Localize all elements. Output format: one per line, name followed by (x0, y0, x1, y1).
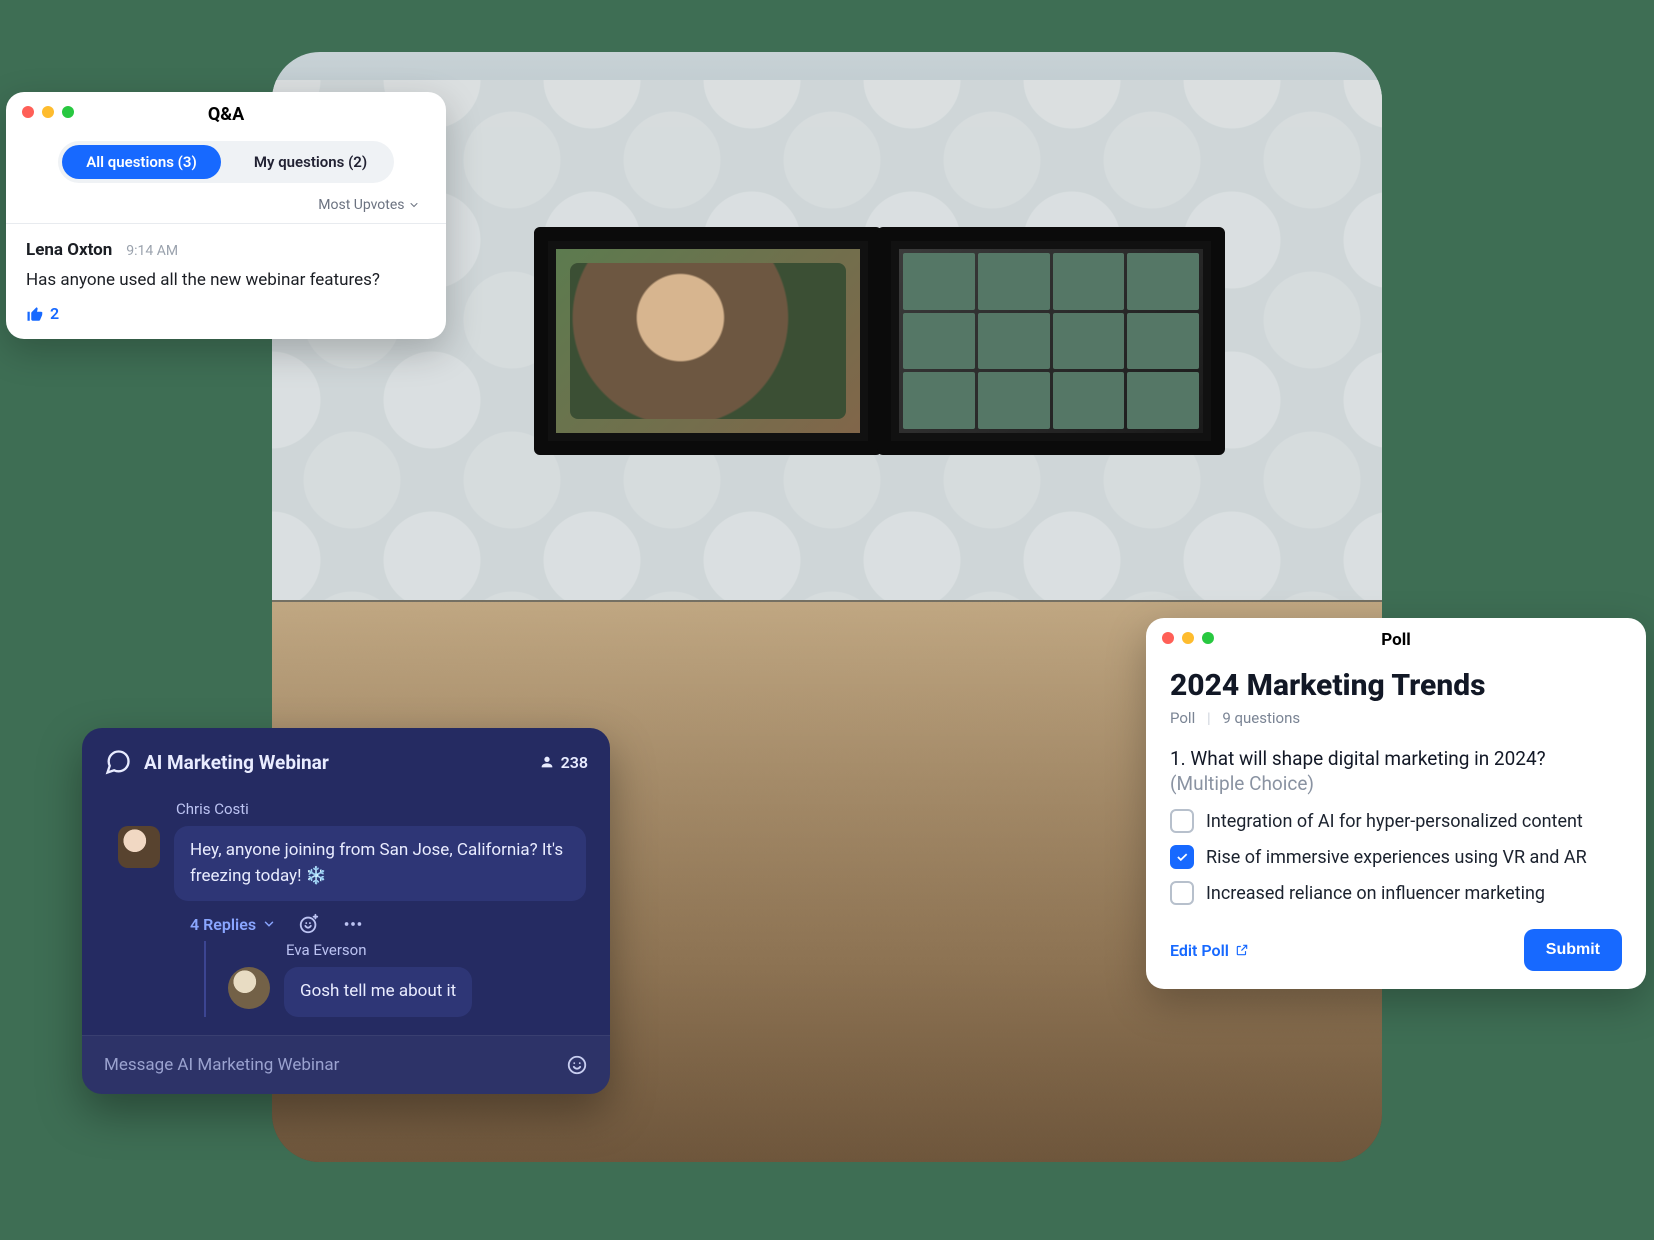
minimize-icon[interactable] (1182, 632, 1194, 644)
poll-options: Integration of AI for hyper-personalized… (1170, 809, 1622, 905)
upvote-button[interactable]: 2 (26, 304, 426, 323)
message-composer[interactable]: Message AI Marketing Webinar (82, 1035, 610, 1094)
emoji-plus-icon (298, 913, 320, 935)
chat-panel: AI Marketing Webinar 238 Chris Costi Hey… (82, 728, 610, 1094)
tab-all-questions[interactable]: All questions (3) (62, 145, 221, 179)
poll-subheading: Poll | 9 questions (1170, 709, 1622, 727)
qa-panel: Q&A All questions (3) My questions (2) M… (6, 92, 446, 339)
reply-bubble: Gosh tell me about it (284, 967, 472, 1017)
close-icon[interactable] (1162, 632, 1174, 644)
poll-option[interactable]: Increased reliance on influencer marketi… (1170, 881, 1622, 905)
message-bubble: Hey, anyone joining from San Jose, Calif… (174, 826, 586, 901)
avatar[interactable] (118, 826, 160, 868)
chevron-down-icon (408, 199, 420, 211)
poll-option-label: Integration of AI for hyper-personalized… (1206, 811, 1583, 832)
question-time: 9:14 AM (126, 243, 178, 259)
sort-dropdown[interactable]: Most Upvotes (6, 193, 446, 223)
attendee-count[interactable]: 238 (539, 753, 588, 772)
replies-toggle[interactable]: 4 Replies (190, 915, 276, 934)
poll-option-label: Rise of immersive experiences using VR a… (1206, 847, 1587, 868)
chat-title: AI Marketing Webinar (144, 751, 527, 774)
add-reaction-button[interactable] (298, 913, 320, 935)
question-item: Lena Oxton 9:14 AM Has anyone used all t… (6, 224, 446, 333)
more-options-button[interactable] (342, 913, 364, 935)
maximize-icon[interactable] (1202, 632, 1214, 644)
sort-label: Most Upvotes (318, 197, 404, 213)
poll-option-label: Increased reliance on influencer marketi… (1206, 883, 1545, 904)
poll-question-type: (Multiple Choice) (1170, 772, 1622, 795)
qa-tabs: All questions (3) My questions (2) (58, 141, 394, 183)
emoji-icon[interactable] (566, 1054, 588, 1076)
poll-option[interactable]: Rise of immersive experiences using VR a… (1170, 845, 1622, 869)
chat-message: Chris Costi Hey, anyone joining from San… (82, 794, 610, 1017)
more-horizontal-icon (342, 913, 364, 935)
reply-author: Eva Everson (286, 941, 588, 959)
reply-thread: Eva Everson Gosh tell me about it (204, 941, 588, 1017)
edit-poll-link[interactable]: Edit Poll (1170, 941, 1249, 960)
poll-panel: Poll 2024 Marketing Trends Poll | 9 ques… (1146, 618, 1646, 989)
tab-my-questions[interactable]: My questions (2) (231, 145, 390, 179)
question-author: Lena Oxton (26, 240, 112, 260)
close-icon[interactable] (22, 106, 34, 118)
upvote-count: 2 (50, 304, 59, 323)
checkbox-checked-icon (1170, 845, 1194, 869)
poll-heading: 2024 Marketing Trends (1170, 668, 1622, 703)
composer-placeholder: Message AI Marketing Webinar (104, 1055, 339, 1075)
question-text: Has anyone used all the new webinar feat… (26, 270, 426, 290)
maximize-icon[interactable] (62, 106, 74, 118)
thumbs-up-icon (26, 305, 44, 323)
checkbox-icon (1170, 881, 1194, 905)
message-author: Chris Costi (176, 800, 588, 818)
checkbox-icon (1170, 809, 1194, 833)
chevron-down-icon (262, 917, 276, 931)
poll-question: 1. What will shape digital marketing in … (1170, 747, 1622, 770)
poll-option[interactable]: Integration of AI for hyper-personalized… (1170, 809, 1622, 833)
submit-button[interactable]: Submit (1524, 929, 1622, 971)
minimize-icon[interactable] (42, 106, 54, 118)
avatar[interactable] (228, 967, 270, 1009)
person-icon (539, 754, 555, 770)
external-link-icon (1235, 943, 1249, 957)
poll-window-title: Poll (1146, 630, 1646, 650)
chat-icon (104, 748, 132, 776)
